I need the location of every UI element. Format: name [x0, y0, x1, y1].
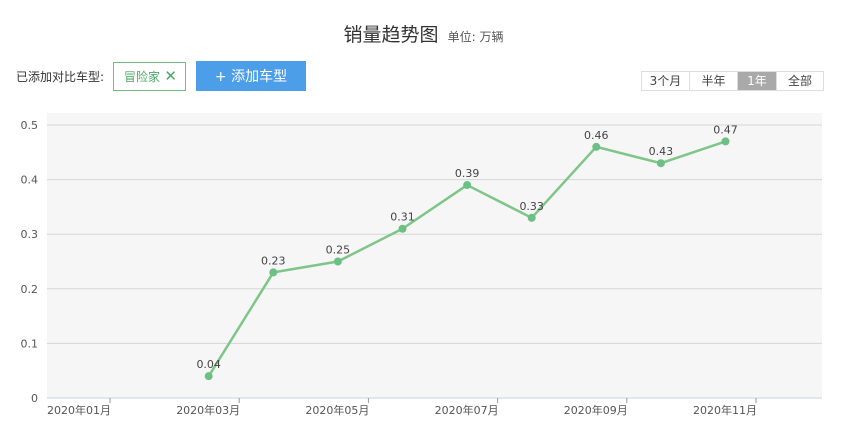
y-tick-label: 0.1: [21, 337, 39, 350]
time-range-selector: 3个月 半年 1年 全部: [641, 71, 824, 91]
y-tick-label: 0: [31, 392, 38, 405]
data-label: 0.39: [455, 167, 480, 180]
x-tick-label: 2020年11月: [693, 403, 757, 417]
data-point: [527, 213, 536, 222]
range-all[interactable]: 全部: [777, 72, 823, 90]
range-half-year[interactable]: 半年: [690, 72, 738, 90]
data-point: [463, 181, 472, 190]
data-label: 0.31: [390, 211, 415, 224]
data-point: [333, 257, 342, 266]
compare-model-tag: 冒险家 ✕: [113, 62, 186, 91]
data-label: 0.43: [649, 145, 674, 158]
plot-background: [47, 113, 822, 398]
data-point: [656, 159, 665, 168]
y-tick-label: 0.2: [21, 283, 39, 296]
data-point: [204, 372, 213, 381]
data-label: 0.04: [196, 358, 221, 371]
data-point: [269, 268, 278, 277]
line-chart-svg: 0 0.1 0.2 0.3 0.4 0.5 2020年01月 2020年03月 2020年05月…: [21, 113, 822, 417]
y-tick-label: 0.5: [21, 119, 39, 132]
unit-label: 单位: 万辆: [447, 30, 504, 44]
data-point: [592, 142, 601, 151]
chart-title-area: 销量趋势图 单位: 万辆: [0, 20, 847, 47]
sales-trend-chart: 0 0.1 0.2 0.3 0.4 0.5 2020年01月 2020年03月 2020年05月…: [0, 108, 847, 442]
data-label: 0.33: [519, 200, 544, 213]
range-1-year[interactable]: 1年: [738, 72, 777, 90]
range-3-months[interactable]: 3个月: [642, 72, 690, 90]
x-tick-label: 2020年01月: [47, 403, 111, 417]
close-icon[interactable]: ✕: [164, 69, 177, 84]
data-label: 0.46: [584, 129, 609, 142]
data-label: 0.23: [261, 254, 286, 267]
data-label: 0.25: [326, 244, 351, 257]
x-tick-label: 2020年03月: [176, 403, 240, 417]
data-point: [398, 224, 407, 233]
x-tick-label: 2020年07月: [435, 403, 499, 417]
compare-model-name: 冒险家: [124, 70, 161, 84]
add-model-button[interactable]: + 添加车型: [196, 61, 306, 91]
x-tick-label: 2020年09月: [564, 403, 628, 417]
page-title: 销量趋势图: [343, 24, 439, 46]
compare-label: 已添加对比车型:: [16, 70, 105, 84]
y-tick-label: 0.3: [21, 228, 39, 241]
data-point: [721, 137, 730, 146]
y-tick-label: 0.4: [21, 174, 39, 187]
x-tick-label: 2020年05月: [305, 403, 369, 417]
data-label: 0.47: [713, 123, 738, 136]
